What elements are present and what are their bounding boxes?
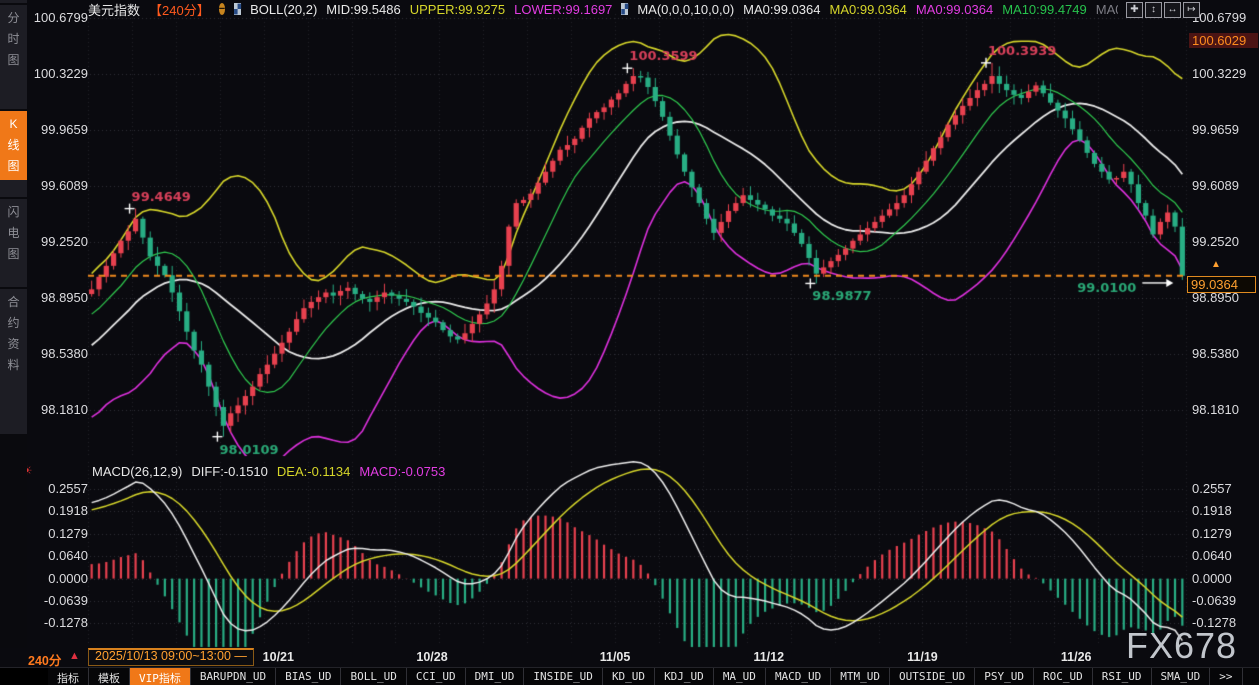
indicator-chart-icon: ▞	[234, 3, 241, 15]
header-label: UPPER:99.9275	[410, 2, 505, 17]
toolbar-item[interactable]: >>	[1210, 668, 1242, 685]
date-label: 10/21	[263, 650, 294, 664]
window-controls: ✚↕↔↦	[1126, 2, 1200, 18]
price-axis-label-right: 100.6799	[1192, 10, 1258, 25]
macd-header-label: DEA:-0.1134	[277, 464, 350, 479]
toolbar-item[interactable]: PSY_UD	[975, 668, 1034, 685]
macd-axis-label-right: 0.1279	[1192, 526, 1258, 541]
toolbar-item[interactable]: BARUPDN_UD	[191, 668, 276, 685]
price-axis-label-left: 99.9659	[26, 122, 88, 137]
header-label: MA10:99.4749	[1002, 2, 1087, 17]
date-label: 11/19	[907, 650, 938, 664]
date-label: 10/28	[416, 650, 447, 664]
price-axis-label-left: 98.5380	[26, 346, 88, 361]
chart-app: 美元指数【240分】−▞BOLL(20,2)MID:99.5486UPPER:9…	[0, 0, 1259, 685]
macd-axis-label-right: 0.0640	[1192, 548, 1258, 563]
macd-axis-label-left: 0.1918	[26, 503, 88, 518]
toolbar-item[interactable]: SMA_UD	[1152, 668, 1211, 685]
macd-header-label: MACD:-0.0753	[359, 464, 445, 479]
zoom-vertical-icon[interactable]: ↕	[1145, 2, 1162, 18]
macd-axis-label-right: 0.1918	[1192, 503, 1258, 518]
header-label: MA(0,0,0,10,0,0)	[637, 2, 734, 17]
toolbar-item[interactable]: MA_UD	[714, 668, 766, 685]
session-high-badge: 100.6029	[1189, 33, 1258, 48]
macd-axis-label-right: 0.2557	[1192, 481, 1258, 496]
collapse-minus-icon[interactable]: −	[219, 3, 225, 15]
price-axis-label-left: 100.3229	[26, 66, 88, 81]
macd-axis-label-left: 0.0640	[26, 548, 88, 563]
zoom-horizontal-icon[interactable]: ↔	[1164, 2, 1181, 18]
macd-axis-label-right: -0.0639	[1192, 593, 1258, 608]
macd-axis-label-left: -0.0639	[26, 593, 88, 608]
price-axis-label-right: 99.2520	[1192, 234, 1258, 249]
macd-axis-label-right: 0.0000	[1192, 571, 1258, 586]
toolbar-item[interactable]: MACD_UD	[766, 668, 831, 685]
date-range-box[interactable]: 2025/10/13 09:00~13:00 —	[88, 648, 254, 666]
price-axis-label-left: 99.6089	[26, 178, 88, 193]
move-icon[interactable]: ✚	[1126, 2, 1143, 18]
candlestick-chart-canvas[interactable]	[0, 0, 1259, 685]
price-axis-label-left: 98.1810	[26, 402, 88, 417]
toolbar-item[interactable]: KD_UD	[603, 668, 655, 685]
toolbar-item[interactable]: CCI_UD	[407, 668, 466, 685]
header-label: MA0:99.0364	[916, 2, 993, 17]
price-axis-label-right: 98.1810	[1192, 402, 1258, 417]
sidebar-item-3[interactable]: 闪电图	[0, 197, 27, 268]
price-axis-label-left: 98.8950	[26, 290, 88, 305]
header-label: LOWER:99.1697	[514, 2, 612, 17]
header-label: BOLL(20,2)	[250, 2, 317, 17]
toolbar-item[interactable]: OUTSIDE_UD	[890, 668, 975, 685]
macd-axis-label-left: 0.2557	[26, 481, 88, 496]
macd-axis-label-left: 0.1279	[26, 526, 88, 541]
date-label: 11/12	[753, 650, 784, 664]
header-label: 美元指数	[88, 1, 140, 17]
toolbar-item[interactable]: 模板	[89, 668, 130, 685]
indicator-toolbar: 指标模板VIP指标BARUPDN_UDBIAS_UDBOLL_UDCCI_UDD…	[0, 667, 1259, 685]
date-label: 11/26	[1061, 650, 1092, 664]
header-label: MID:99.5486	[326, 2, 400, 17]
date-label: 11/05	[600, 650, 631, 664]
header-label: MA0:99.0364	[743, 2, 820, 17]
indicator-chart-icon: ▞	[621, 3, 628, 15]
sidebar: 分时图 K线图闪电图合约资料	[0, 0, 27, 648]
toolbar-item[interactable]: VIP指标	[130, 668, 191, 685]
toolbar-item[interactable]: RSI_UD	[1093, 668, 1152, 685]
sidebar-item-4[interactable]: 合约资料	[0, 287, 27, 379]
period-up-icon: ▲	[69, 650, 80, 662]
toolbar-item[interactable]: INSIDE_UD	[524, 668, 603, 685]
macd-header-label: DIFF:-0.1510	[191, 464, 268, 479]
time-axis: 240分 ▲ 2025/10/13 09:00~13:00 — 10/2110/…	[27, 648, 1259, 667]
pan-right-icon[interactable]: ↦	[1183, 2, 1200, 18]
toolbar-item[interactable]: BOLL_UD	[341, 668, 406, 685]
toolbar-item[interactable]: 指标	[48, 668, 89, 685]
macd-axis-label-left: 0.0000	[26, 571, 88, 586]
macd-header: MACD(26,12,9) DIFF:-0.1510 DEA:-0.1134 MACD…	[92, 464, 445, 479]
macd-axis-label-left: -0.1278	[26, 615, 88, 630]
toolbar-item[interactable]: MTM_UD	[831, 668, 890, 685]
price-axis-label-right: 99.9659	[1192, 122, 1258, 137]
price-axis-label-right: 100.3229	[1192, 66, 1258, 81]
indicator-header: 美元指数【240分】−▞BOLL(20,2)MID:99.5486UPPER:9…	[88, 1, 1118, 17]
watermark: FX678	[1126, 627, 1237, 665]
header-label: 【240分】	[149, 1, 210, 17]
toolbar-item[interactable]: DMI_UD	[466, 668, 525, 685]
sidebar-item-1[interactable]: 分时图	[0, 3, 27, 74]
sidebar-panel: 分时图 K线图闪电图合约资料	[0, 0, 27, 434]
header-label: MA0:99.0364	[830, 2, 907, 17]
last-price-up-arrow-icon: ▲	[1211, 259, 1221, 270]
price-axis-label-left: 99.2520	[26, 234, 88, 249]
toolbar-spacer	[0, 668, 48, 685]
macd-header-label: MACD(26,12,9)	[92, 464, 182, 479]
price-axis-label-left: 100.6799	[26, 10, 88, 25]
last-price-badge: 99.0364	[1187, 276, 1256, 293]
toolbar-item[interactable]: BIAS_UD	[276, 668, 341, 685]
toolbar-item[interactable]: KDJ_UD	[655, 668, 714, 685]
price-axis-label-right: 99.6089	[1192, 178, 1258, 193]
price-axis-label-right: 98.5380	[1192, 346, 1258, 361]
sidebar-item-2[interactable]: K线图	[0, 109, 27, 180]
header-label: MA0:9	[1096, 2, 1118, 17]
toolbar-item[interactable]: ROC_UD	[1034, 668, 1093, 685]
